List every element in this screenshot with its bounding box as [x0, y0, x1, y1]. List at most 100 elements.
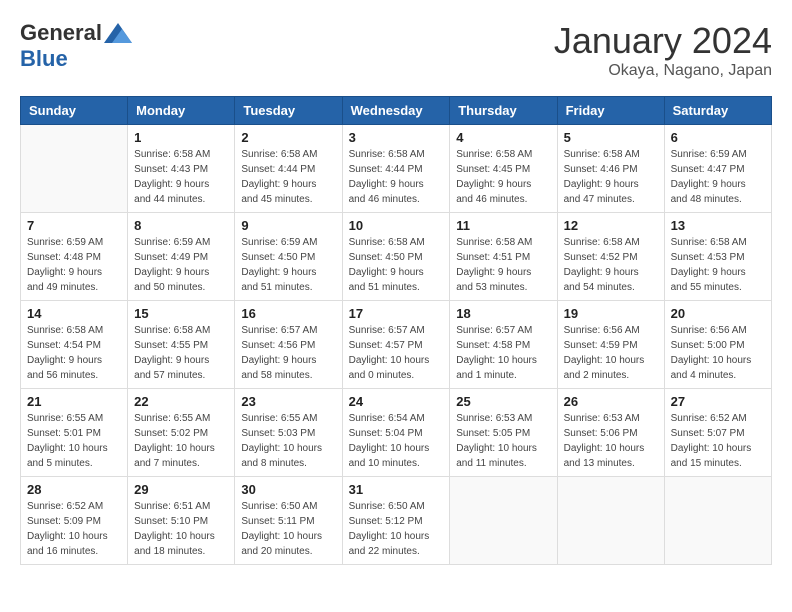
day-number: 27 [671, 394, 765, 409]
day-info: Sunrise: 6:58 AM Sunset: 4:45 PM Dayligh… [456, 147, 550, 207]
day-info: Sunrise: 6:55 AM Sunset: 5:01 PM Dayligh… [27, 411, 121, 471]
day-number: 12 [564, 218, 658, 233]
weekday-header-friday: Friday [557, 97, 664, 125]
calendar-cell: 9Sunrise: 6:59 AM Sunset: 4:50 PM Daylig… [235, 213, 342, 301]
week-row-5: 28 Sunrise: 6:52 AM Sunset: 5:09 PM Dayli… [21, 477, 772, 565]
calendar-cell: 3 Sunrise: 6:58 AM Sunset: 4:44 PM Daylig… [342, 125, 450, 213]
day-number: 17 [349, 306, 444, 321]
day-number: 25 [456, 394, 550, 409]
day-info: Sunrise: 6:58 AM Sunset: 4:51 PM Dayligh… [456, 235, 550, 295]
day-info: Sunrise: 6:52 AM Sunset: 5:09 PM Dayligh… [27, 499, 121, 559]
calendar-cell: 4 Sunrise: 6:58 AM Sunset: 4:45 PM Daylig… [450, 125, 557, 213]
week-row-1: 1 Sunrise: 6:58 AM Sunset: 4:43 PM Daylig… [21, 125, 772, 213]
day-number: 23 [241, 394, 335, 409]
day-info: Sunrise: 6:58 AM Sunset: 4:46 PM Dayligh… [564, 147, 658, 207]
day-number: 5 [564, 130, 658, 145]
calendar-cell: 28 Sunrise: 6:52 AM Sunset: 5:09 PM Dayli… [21, 477, 128, 565]
day-number: 1 [134, 130, 228, 145]
day-number: 6 [671, 130, 765, 145]
title-section: January 2024 Okaya, Nagano, Japan [554, 20, 772, 80]
week-row-2: 7Sunrise: 6:59 AM Sunset: 4:48 PM Daylig… [21, 213, 772, 301]
day-info: Sunrise: 6:52 AM Sunset: 5:07 PM Dayligh… [671, 411, 765, 471]
day-number: 21 [27, 394, 121, 409]
calendar-cell: 18 Sunrise: 6:57 AM Sunset: 4:58 PM Dayli… [450, 301, 557, 389]
calendar-cell: 29 Sunrise: 6:51 AM Sunset: 5:10 PM Dayli… [128, 477, 235, 565]
day-info: Sunrise: 6:57 AM Sunset: 4:58 PM Dayligh… [456, 323, 550, 383]
day-info: Sunrise: 6:58 AM Sunset: 4:44 PM Dayligh… [349, 147, 444, 207]
weekday-header-saturday: Saturday [664, 97, 771, 125]
calendar-cell: 7Sunrise: 6:59 AM Sunset: 4:48 PM Daylig… [21, 213, 128, 301]
day-number: 19 [564, 306, 658, 321]
day-info: Sunrise: 6:56 AM Sunset: 4:59 PM Dayligh… [564, 323, 658, 383]
day-info: Sunrise: 6:58 AM Sunset: 4:52 PM Dayligh… [564, 235, 658, 295]
day-info: Sunrise: 6:59 AM Sunset: 4:50 PM Dayligh… [241, 235, 335, 295]
calendar-cell: 24 Sunrise: 6:54 AM Sunset: 5:04 PM Dayli… [342, 389, 450, 477]
day-number: 22 [134, 394, 228, 409]
calendar-cell: 21 Sunrise: 6:55 AM Sunset: 5:01 PM Dayli… [21, 389, 128, 477]
day-number: 29 [134, 482, 228, 497]
calendar-cell: 15Sunrise: 6:58 AM Sunset: 4:55 PM Dayli… [128, 301, 235, 389]
calendar-cell: 25Sunrise: 6:53 AM Sunset: 5:05 PM Dayli… [450, 389, 557, 477]
day-number: 30 [241, 482, 335, 497]
logo-icon [104, 23, 132, 43]
day-info: Sunrise: 6:53 AM Sunset: 5:06 PM Dayligh… [564, 411, 658, 471]
day-info: Sunrise: 6:58 AM Sunset: 4:53 PM Dayligh… [671, 235, 765, 295]
calendar-cell [664, 477, 771, 565]
day-number: 16 [241, 306, 335, 321]
calendar-cell: 13 Sunrise: 6:58 AM Sunset: 4:53 PM Dayli… [664, 213, 771, 301]
weekday-header-sunday: Sunday [21, 97, 128, 125]
weekday-header-row: SundayMondayTuesdayWednesdayThursdayFrid… [21, 97, 772, 125]
calendar-table: SundayMondayTuesdayWednesdayThursdayFrid… [20, 96, 772, 565]
calendar-cell [21, 125, 128, 213]
day-number: 14 [27, 306, 121, 321]
calendar-cell: 16 Sunrise: 6:57 AM Sunset: 4:56 PM Dayli… [235, 301, 342, 389]
day-number: 10 [349, 218, 444, 233]
day-number: 24 [349, 394, 444, 409]
page-header: General Blue January 2024 Okaya, Nagano,… [20, 20, 772, 80]
calendar-cell: 22 Sunrise: 6:55 AM Sunset: 5:02 PM Dayli… [128, 389, 235, 477]
day-info: Sunrise: 6:55 AM Sunset: 5:02 PM Dayligh… [134, 411, 228, 471]
calendar-cell: 30 Sunrise: 6:50 AM Sunset: 5:11 PM Dayli… [235, 477, 342, 565]
day-info: Sunrise: 6:54 AM Sunset: 5:04 PM Dayligh… [349, 411, 444, 471]
calendar-cell: 10 Sunrise: 6:58 AM Sunset: 4:50 PM Dayli… [342, 213, 450, 301]
day-number: 13 [671, 218, 765, 233]
day-info: Sunrise: 6:58 AM Sunset: 4:50 PM Dayligh… [349, 235, 444, 295]
weekday-header-tuesday: Tuesday [235, 97, 342, 125]
day-number: 11 [456, 218, 550, 233]
day-number: 20 [671, 306, 765, 321]
calendar-cell [450, 477, 557, 565]
day-info: Sunrise: 6:51 AM Sunset: 5:10 PM Dayligh… [134, 499, 228, 559]
calendar-cell: 1 Sunrise: 6:58 AM Sunset: 4:43 PM Daylig… [128, 125, 235, 213]
location: Okaya, Nagano, Japan [554, 62, 772, 80]
calendar-cell: 31Sunrise: 6:50 AM Sunset: 5:12 PM Dayli… [342, 477, 450, 565]
day-number: 26 [564, 394, 658, 409]
weekday-header-wednesday: Wednesday [342, 97, 450, 125]
day-info: Sunrise: 6:57 AM Sunset: 4:56 PM Dayligh… [241, 323, 335, 383]
calendar-cell: 20 Sunrise: 6:56 AM Sunset: 5:00 PM Dayli… [664, 301, 771, 389]
day-info: Sunrise: 6:50 AM Sunset: 5:11 PM Dayligh… [241, 499, 335, 559]
day-info: Sunrise: 6:57 AM Sunset: 4:57 PM Dayligh… [349, 323, 444, 383]
week-row-3: 14Sunrise: 6:58 AM Sunset: 4:54 PM Dayli… [21, 301, 772, 389]
day-info: Sunrise: 6:58 AM Sunset: 4:44 PM Dayligh… [241, 147, 335, 207]
calendar-cell: 14Sunrise: 6:58 AM Sunset: 4:54 PM Dayli… [21, 301, 128, 389]
week-row-4: 21 Sunrise: 6:55 AM Sunset: 5:01 PM Dayli… [21, 389, 772, 477]
month-title: January 2024 [554, 20, 772, 62]
day-number: 2 [241, 130, 335, 145]
day-info: Sunrise: 6:59 AM Sunset: 4:48 PM Dayligh… [27, 235, 121, 295]
logo: General Blue [20, 20, 132, 72]
day-info: Sunrise: 6:56 AM Sunset: 5:00 PM Dayligh… [671, 323, 765, 383]
logo-general: General [20, 20, 102, 46]
calendar-cell: 5 Sunrise: 6:58 AM Sunset: 4:46 PM Daylig… [557, 125, 664, 213]
day-info: Sunrise: 6:55 AM Sunset: 5:03 PM Dayligh… [241, 411, 335, 471]
day-info: Sunrise: 6:59 AM Sunset: 4:49 PM Dayligh… [134, 235, 228, 295]
day-info: Sunrise: 6:59 AM Sunset: 4:47 PM Dayligh… [671, 147, 765, 207]
day-number: 28 [27, 482, 121, 497]
day-info: Sunrise: 6:58 AM Sunset: 4:43 PM Dayligh… [134, 147, 228, 207]
day-number: 4 [456, 130, 550, 145]
calendar-cell: 26 Sunrise: 6:53 AM Sunset: 5:06 PM Dayli… [557, 389, 664, 477]
day-number: 3 [349, 130, 444, 145]
day-number: 18 [456, 306, 550, 321]
calendar-cell: 19 Sunrise: 6:56 AM Sunset: 4:59 PM Dayli… [557, 301, 664, 389]
calendar-cell: 2 Sunrise: 6:58 AM Sunset: 4:44 PM Daylig… [235, 125, 342, 213]
weekday-header-thursday: Thursday [450, 97, 557, 125]
